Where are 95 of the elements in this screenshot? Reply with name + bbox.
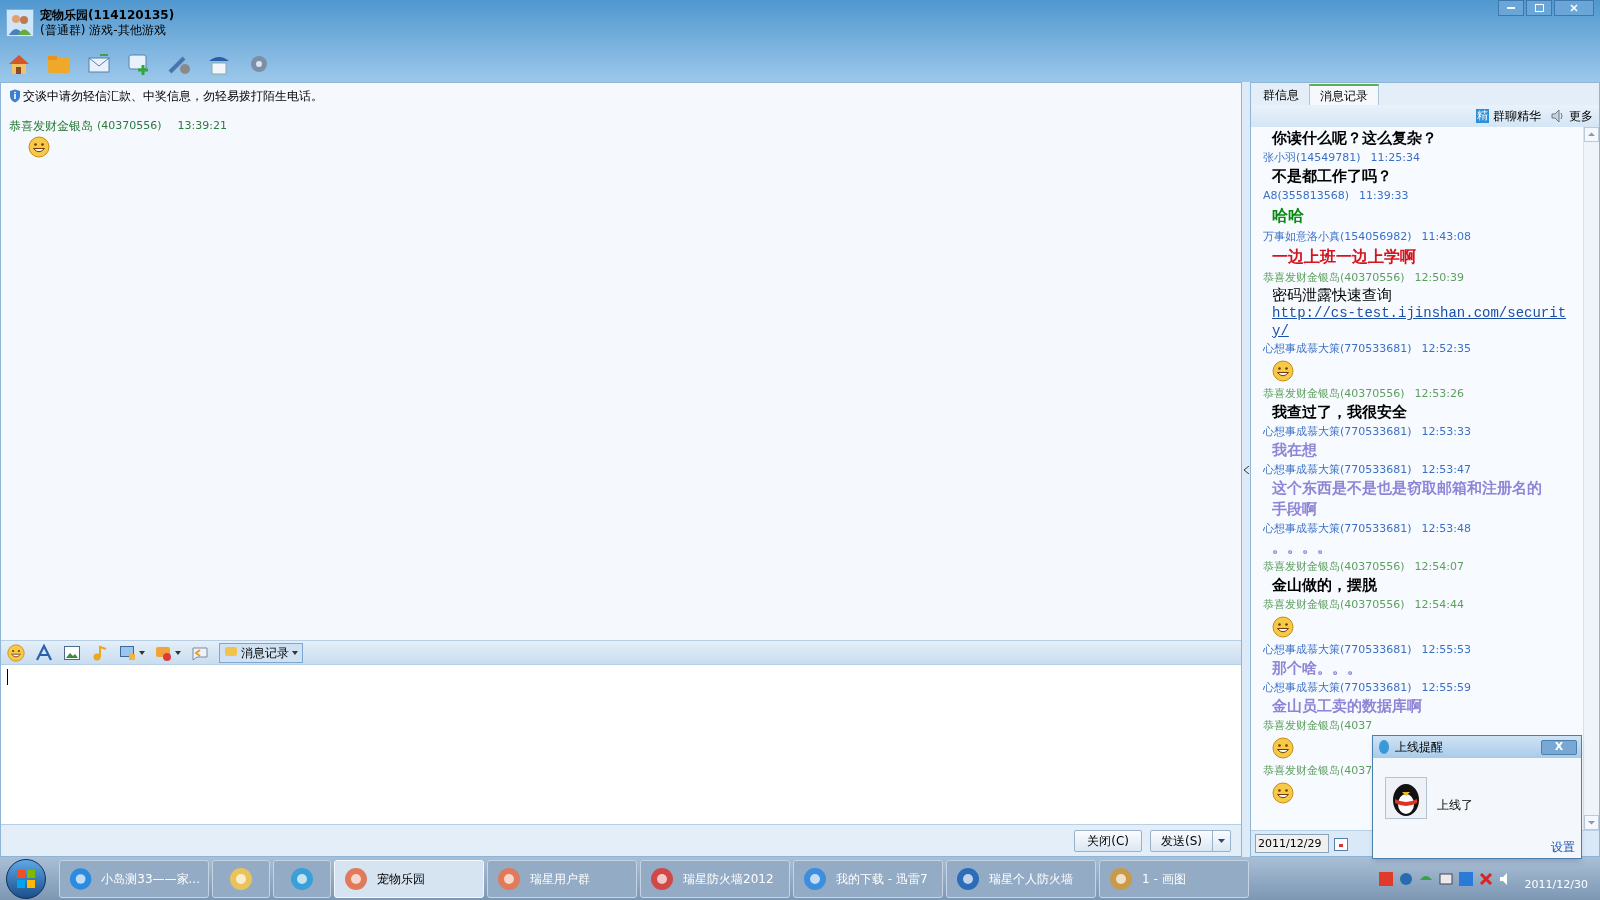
message-header: 恭喜发财金银岛(4037 [1262, 763, 1374, 779]
message-text: 哈哈 [1271, 205, 1305, 227]
message-text: 这个东西是不是也是窃取邮箱和注册名的手段啊 [1271, 478, 1543, 520]
side-tab[interactable]: 消息记录 [1309, 84, 1379, 105]
smiley-icon [1272, 737, 1294, 759]
window-title: 宠物乐园(114120135) [40, 8, 175, 23]
notification-message: 上线了 [1437, 797, 1473, 814]
message-header: 心想事成慕大策(770533681) 12:55:53 [1262, 642, 1472, 658]
image-icon[interactable] [63, 643, 81, 662]
message-text: 我查过了，我很安全 [1271, 402, 1408, 423]
digest-button[interactable]: 精 群聊精华 [1476, 107, 1541, 125]
tray-icon[interactable] [1438, 871, 1453, 886]
maximize-button[interactable] [1526, 0, 1552, 16]
date-field[interactable]: 2011/12/29 [1255, 834, 1329, 853]
message-text: 我在想 [1271, 440, 1318, 461]
safety-notice: 交谈中请勿轻信汇款、中奖信息，勿轻易拨打陌生电话。 [23, 88, 323, 105]
message-text: 不是都工作了吗？ [1271, 166, 1393, 187]
message-header: 心想事成慕大策(770533681) 12:53:47 [1262, 462, 1472, 478]
caret-icon [1218, 838, 1225, 843]
message-header: 心想事成慕大策(770533681) 12:55:59 [1262, 680, 1472, 696]
sender-id: (40370556) [97, 117, 162, 134]
message-header: 心想事成慕大策(770533681) 12:52:35 [1262, 341, 1472, 357]
message-history-button[interactable]: 消息记录 [219, 642, 303, 663]
app-icon [228, 865, 254, 892]
message-input[interactable] [1, 664, 1241, 824]
message-header: 恭喜发财金银岛(40370556) 12:54:07 [1262, 559, 1465, 575]
smiley-icon [1272, 616, 1294, 638]
app-icon [649, 865, 675, 892]
message-header: 张小羽(14549781) 11:25:34 [1262, 150, 1421, 166]
close-chat-button[interactable]: 关闭(C) [1074, 829, 1142, 852]
message-header: 万事如意洛小真(154056982) 11:43:08 [1262, 229, 1472, 245]
scroll-down-icon[interactable] [1584, 815, 1599, 830]
taskbar-item[interactable]: 宠物乐园 [334, 859, 484, 898]
group-avatar-icon [6, 9, 34, 37]
tray-icon[interactable] [1378, 871, 1393, 886]
message-text: 金山员工卖的数据库啊 [1271, 696, 1423, 717]
close-icon [1570, 4, 1578, 12]
smiley-icon [28, 136, 50, 158]
sender-name: 恭喜发财金银岛 [9, 118, 93, 135]
app-icon [68, 865, 94, 892]
message-text: 那个啥。。。 [1271, 658, 1363, 679]
envelope-icon[interactable] [86, 52, 112, 76]
screenshot-button[interactable] [119, 643, 145, 662]
caret-icon [139, 650, 145, 655]
app-icon [955, 865, 981, 892]
settings-link[interactable]: 设置 [1551, 838, 1575, 856]
speaker-icon [1551, 109, 1565, 123]
message-header: 心想事成慕大策(770533681) 12:53:48 [1262, 521, 1472, 537]
clock-date: 2011/12/30 [1524, 877, 1588, 894]
app-icon [343, 865, 369, 892]
message-time: 13:39:21 [177, 117, 227, 134]
close-button[interactable] [1554, 0, 1594, 16]
message-text: 金山做的，摆脱 [1271, 575, 1378, 596]
minimize-button[interactable] [1498, 0, 1524, 16]
tray-icon[interactable] [1478, 871, 1493, 886]
message-text: 一边上班一边上学啊 [1271, 246, 1417, 268]
smiley-icon [7, 643, 25, 662]
message-text: 你读什么呢？这么复杂？ [1270, 128, 1438, 149]
maximize-icon [1534, 4, 1544, 12]
taskbar-item[interactable] [212, 859, 270, 898]
app-icon [802, 865, 828, 892]
minimize-icon [1507, 7, 1515, 9]
music-note-icon[interactable] [91, 643, 109, 662]
message-header: 心想事成慕大策(770533681) 12:53:33 [1262, 424, 1472, 440]
taskbar-item[interactable] [273, 859, 331, 898]
message-header: 恭喜发财金银岛(40370556) 12:54:44 [1262, 597, 1465, 613]
message-header: 恭喜发财金银岛(40370556) 12:50:39 [1262, 270, 1465, 286]
notification-title: 上线提醒 [1395, 739, 1443, 756]
windows-logo-icon [17, 869, 35, 888]
message-header: 恭喜发财金银岛(40370556) 12:53:26 [1262, 386, 1465, 402]
message-text: 。。。。 [1271, 537, 1333, 558]
app-icon [289, 865, 315, 892]
caret-icon [175, 650, 181, 655]
penguin-avatar-icon [1385, 777, 1427, 819]
calendar-icon[interactable] [1333, 835, 1349, 852]
smiley-icon [1272, 782, 1294, 804]
tray-icon[interactable] [1398, 871, 1413, 886]
message-header: 恭喜发财金银岛(4037 [1262, 718, 1374, 734]
window-subtitle: (普通群) 游戏-其他游戏 [40, 23, 167, 38]
digest-badge: 精 [1476, 109, 1489, 123]
message-link[interactable]: http://cs-test.ijinshan.com/security/ [1272, 304, 1571, 340]
start-button[interactable] [6, 858, 46, 899]
screen-icon [119, 643, 137, 662]
tray-icon[interactable] [1458, 871, 1473, 886]
more-button[interactable]: 更多 [1551, 107, 1593, 125]
message-text: 密码泄露快速查询 http://cs-test.ijinshan.com/security/ [1251, 286, 1583, 340]
scrollbar[interactable] [1583, 127, 1599, 830]
font-icon[interactable] [35, 643, 53, 662]
smiley-icon [1272, 360, 1294, 382]
app-icon [1108, 865, 1134, 892]
scroll-up-icon[interactable] [1584, 127, 1599, 142]
shield-info-icon [9, 89, 21, 103]
message-header: A8(355813568) 11:39:33 [1262, 188, 1410, 204]
app-icon [496, 865, 522, 892]
caret-icon [292, 650, 298, 655]
